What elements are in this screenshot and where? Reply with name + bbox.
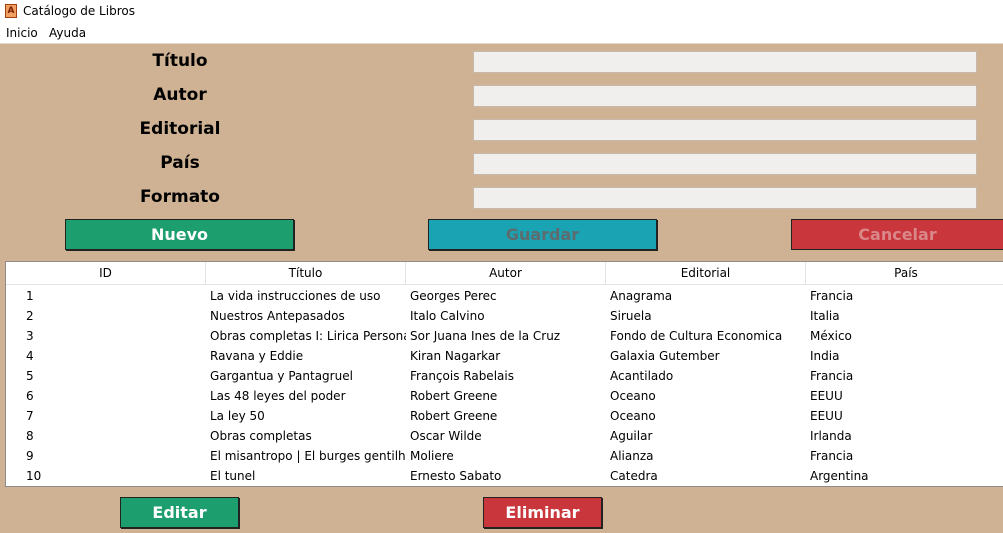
cell-titulo: Las 48 leyes del poder: [210, 389, 346, 403]
column-header-titulo[interactable]: Título: [206, 262, 406, 284]
cell-id: 5: [26, 369, 34, 383]
cell-editorial: Alianza: [610, 449, 654, 463]
cell-autor: Sor Juana Ines de la Cruz: [410, 329, 561, 343]
cell-editorial: Catedra: [610, 469, 658, 483]
menu-ayuda[interactable]: Ayuda: [49, 26, 86, 40]
cell-pais: Francia: [810, 289, 854, 303]
table-row[interactable]: 7 La ley 50 Robert Greene Oceano EEUU: [6, 406, 1003, 426]
editar-button[interactable]: Editar: [120, 497, 239, 528]
column-header-id[interactable]: ID: [6, 262, 206, 284]
label-autor: Autor: [153, 85, 207, 105]
title-bar: A Catálogo de Libros: [0, 0, 1003, 23]
label-titulo: Título: [152, 51, 208, 71]
cell-autor: Moliere: [410, 449, 454, 463]
cell-id: 2: [26, 309, 34, 323]
cell-autor: François Rabelais: [410, 369, 514, 383]
cell-editorial: Galaxia Gutember: [610, 349, 720, 363]
cell-titulo: La ley 50: [210, 409, 265, 423]
table-row[interactable]: 10 El tunel Ernesto Sabato Catedra Argentina: [6, 466, 1003, 486]
cell-pais: Irlanda: [810, 429, 852, 443]
cell-editorial: Anagrama: [610, 289, 673, 303]
table-row[interactable]: 1 La vida instrucciones de uso Georges Per…: [6, 286, 1003, 306]
cell-autor: Oscar Wilde: [410, 429, 482, 443]
cell-titulo: Obras completas I: Lirica Personal: [210, 329, 406, 343]
cell-id: 4: [26, 349, 34, 363]
menu-inicio[interactable]: Inicio: [6, 26, 38, 40]
window-title: Catálogo de Libros: [23, 4, 135, 18]
cell-pais: India: [810, 349, 840, 363]
nuevo-button[interactable]: Nuevo: [65, 219, 294, 250]
cell-pais: EEUU: [810, 409, 843, 423]
cell-id: 6: [26, 389, 34, 403]
cell-titulo: Gargantua y Pantagruel: [210, 369, 353, 383]
cell-titulo: Nuestros Antepasados: [210, 309, 345, 323]
cell-titulo: Obras completas: [210, 429, 312, 443]
cancelar-button[interactable]: Cancelar: [791, 219, 1003, 250]
cell-titulo: El tunel: [210, 469, 256, 483]
cell-pais: Francia: [810, 449, 854, 463]
cell-titulo: El misantropo | El burges gentilhombre: [210, 449, 406, 463]
editorial-input[interactable]: [473, 119, 977, 141]
label-formato: Formato: [140, 187, 220, 207]
cell-id: 3: [26, 329, 34, 343]
table-row[interactable]: 3 Obras completas I: Lirica Personal Sor J…: [6, 326, 1003, 346]
book-app-icon: A: [5, 4, 17, 18]
label-editorial: Editorial: [139, 119, 221, 139]
cell-pais: México: [810, 329, 852, 343]
formato-input[interactable]: [473, 187, 977, 209]
cell-editorial: Siruela: [610, 309, 652, 323]
menu-bar: Inicio Ayuda: [0, 23, 1003, 44]
titulo-input[interactable]: [473, 51, 977, 73]
guardar-button[interactable]: Guardar: [428, 219, 657, 250]
cell-id: 10: [26, 469, 42, 483]
cell-titulo: Ravana y Eddie: [210, 349, 304, 363]
cell-editorial: Aguilar: [610, 429, 653, 443]
cell-autor: Italo Calvino: [410, 309, 485, 323]
cell-pais: Francia: [810, 369, 854, 383]
table-row[interactable]: 4 Ravana y Eddie Kiran Nagarkar Galaxia Gut…: [6, 346, 1003, 366]
cell-autor: Kiran Nagarkar: [410, 349, 501, 363]
cell-editorial: Fondo de Cultura Economica: [610, 329, 783, 343]
cell-pais: EEUU: [810, 389, 843, 403]
cell-pais: Italia: [810, 309, 840, 323]
pais-input[interactable]: [473, 153, 977, 175]
table-header: ID Título Autor Editorial País: [6, 262, 1003, 285]
cell-titulo: La vida instrucciones de uso: [210, 289, 381, 303]
cell-autor: Robert Greene: [410, 409, 498, 423]
cell-id: 8: [26, 429, 34, 443]
books-table[interactable]: ID Título Autor Editorial País 1 La vida …: [5, 261, 1003, 487]
table-row[interactable]: 8 Obras completas Oscar Wilde Aguilar Irland…: [6, 426, 1003, 446]
table-row[interactable]: 6 Las 48 leyes del poder Robert Greene Ocea…: [6, 386, 1003, 406]
cell-id: 7: [26, 409, 34, 423]
cell-autor: Georges Perec: [410, 289, 497, 303]
cell-id: 1: [26, 289, 34, 303]
column-header-editorial[interactable]: Editorial: [606, 262, 806, 284]
eliminar-button[interactable]: Eliminar: [483, 497, 602, 528]
autor-input[interactable]: [473, 85, 977, 107]
cell-id: 9: [26, 449, 34, 463]
label-pais: País: [160, 153, 200, 173]
column-header-pais[interactable]: País: [806, 262, 1003, 284]
cell-autor: Ernesto Sabato: [410, 469, 502, 483]
table-row[interactable]: 2 Nuestros Antepasados Italo Calvino Siruel…: [6, 306, 1003, 326]
cell-editorial: Acantilado: [610, 369, 674, 383]
table-row[interactable]: 5 Gargantua y Pantagruel François Rabelais…: [6, 366, 1003, 386]
cell-autor: Robert Greene: [410, 389, 498, 403]
table-row[interactable]: 9 El misantropo | El burges gentilhombre M…: [6, 446, 1003, 466]
cell-pais: Argentina: [810, 469, 869, 483]
cell-editorial: Oceano: [610, 389, 656, 403]
cell-editorial: Oceano: [610, 409, 656, 423]
column-header-autor[interactable]: Autor: [406, 262, 606, 284]
